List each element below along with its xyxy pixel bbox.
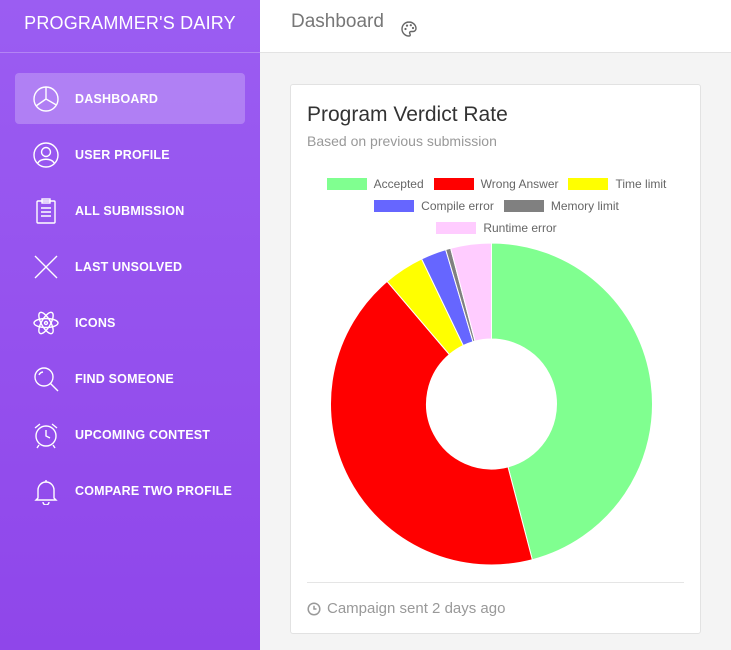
atom-icon [31, 308, 61, 338]
sidebar-item-all-submission[interactable]: ALL SUBMISSION [15, 185, 245, 236]
bell-icon [31, 476, 61, 506]
page-title: Dashboard [291, 11, 384, 32]
legend-label: Compile error [421, 199, 494, 213]
legend-swatch [433, 178, 474, 190]
legend-item[interactable]: Memory limit [503, 199, 619, 213]
sidebar: PROGRAMMER'S DAIRY DASHBOARD USER PROFIL… [0, 0, 260, 650]
sidebar-item-label: UPCOMING CONTEST [75, 427, 211, 442]
legend-item[interactable]: Wrong Answer [433, 177, 559, 191]
donut-slice-compile-error[interactable] [420, 249, 474, 347]
sidebar-nav: DASHBOARD USER PROFILE ALL SUBMISSION LA… [0, 53, 260, 516]
clock-icon [307, 602, 321, 616]
sidebar-item-label: ALL SUBMISSION [75, 203, 185, 218]
card-footer: Campaign sent 2 days ago [307, 582, 684, 634]
sidebar-item-find-someone[interactable]: FIND SOMEONE [15, 353, 245, 404]
alarm-clock-icon [31, 420, 61, 450]
legend-label: Memory limit [550, 199, 619, 213]
x-icon [31, 252, 61, 282]
legend-item[interactable]: Compile error [374, 199, 494, 213]
sidebar-item-upcoming-contest[interactable]: UPCOMING CONTEST [15, 409, 245, 460]
sidebar-item-compare-two-profile[interactable]: COMPARE TWO PROFILE [15, 465, 245, 516]
legend-label: Time limit [615, 177, 667, 191]
sidebar-item-label: COMPARE TWO PROFILE [75, 483, 233, 498]
legend-swatch [568, 178, 609, 190]
chart-legend: Accepted Wrong Answer Time limit Compile… [291, 173, 702, 239]
legend-label: Accepted [373, 177, 424, 191]
donut-slice-wrong-answer[interactable] [330, 280, 533, 566]
sidebar-item-dashboard[interactable]: DASHBOARD [15, 73, 245, 124]
sidebar-item-label: USER PROFILE [75, 147, 170, 162]
card-subtitle: Based on previous submission [307, 133, 497, 149]
legend-item[interactable]: Runtime error [436, 221, 557, 235]
card-title: Program Verdict Rate [307, 103, 508, 126]
sidebar-item-user-profile[interactable]: USER PROFILE [15, 129, 245, 180]
sidebar-item-label: FIND SOMEONE [75, 371, 174, 386]
legend-swatch [374, 200, 415, 212]
legend-label: Wrong Answer [480, 177, 559, 191]
clipboard-icon [31, 196, 61, 226]
donut-slice-accepted[interactable] [491, 242, 653, 561]
legend-item[interactable]: Accepted [326, 177, 424, 191]
donut-slice-time-limit[interactable] [386, 258, 464, 356]
top-navbar: Dashboard [260, 0, 731, 53]
legend-swatch [503, 200, 544, 212]
search-icon [31, 364, 61, 394]
donut-slice-runtime-error[interactable] [450, 242, 492, 342]
user-icon [31, 140, 61, 170]
legend-item[interactable]: Time limit [568, 177, 666, 191]
legend-swatch [326, 178, 367, 190]
legend-label: Runtime error [483, 221, 557, 235]
palette-icon[interactable] [400, 20, 418, 38]
verdict-card: Program Verdict Rate Based on previous s… [290, 84, 701, 634]
donut-slice-memory-limit[interactable] [445, 247, 476, 343]
sidebar-item-label: ICONS [75, 315, 116, 330]
pie-chart-icon [31, 84, 61, 114]
brand-title[interactable]: PROGRAMMER'S DAIRY [0, 0, 260, 53]
sidebar-item-icons[interactable]: ICONS [15, 297, 245, 348]
verdict-donut-chart [330, 242, 653, 566]
sidebar-item-label: DASHBOARD [75, 91, 159, 106]
legend-swatch [436, 222, 477, 234]
footer-text: Campaign sent 2 days ago [327, 600, 506, 617]
sidebar-item-last-unsolved[interactable]: LAST UNSOLVED [15, 241, 245, 292]
sidebar-item-label: LAST UNSOLVED [75, 259, 183, 274]
